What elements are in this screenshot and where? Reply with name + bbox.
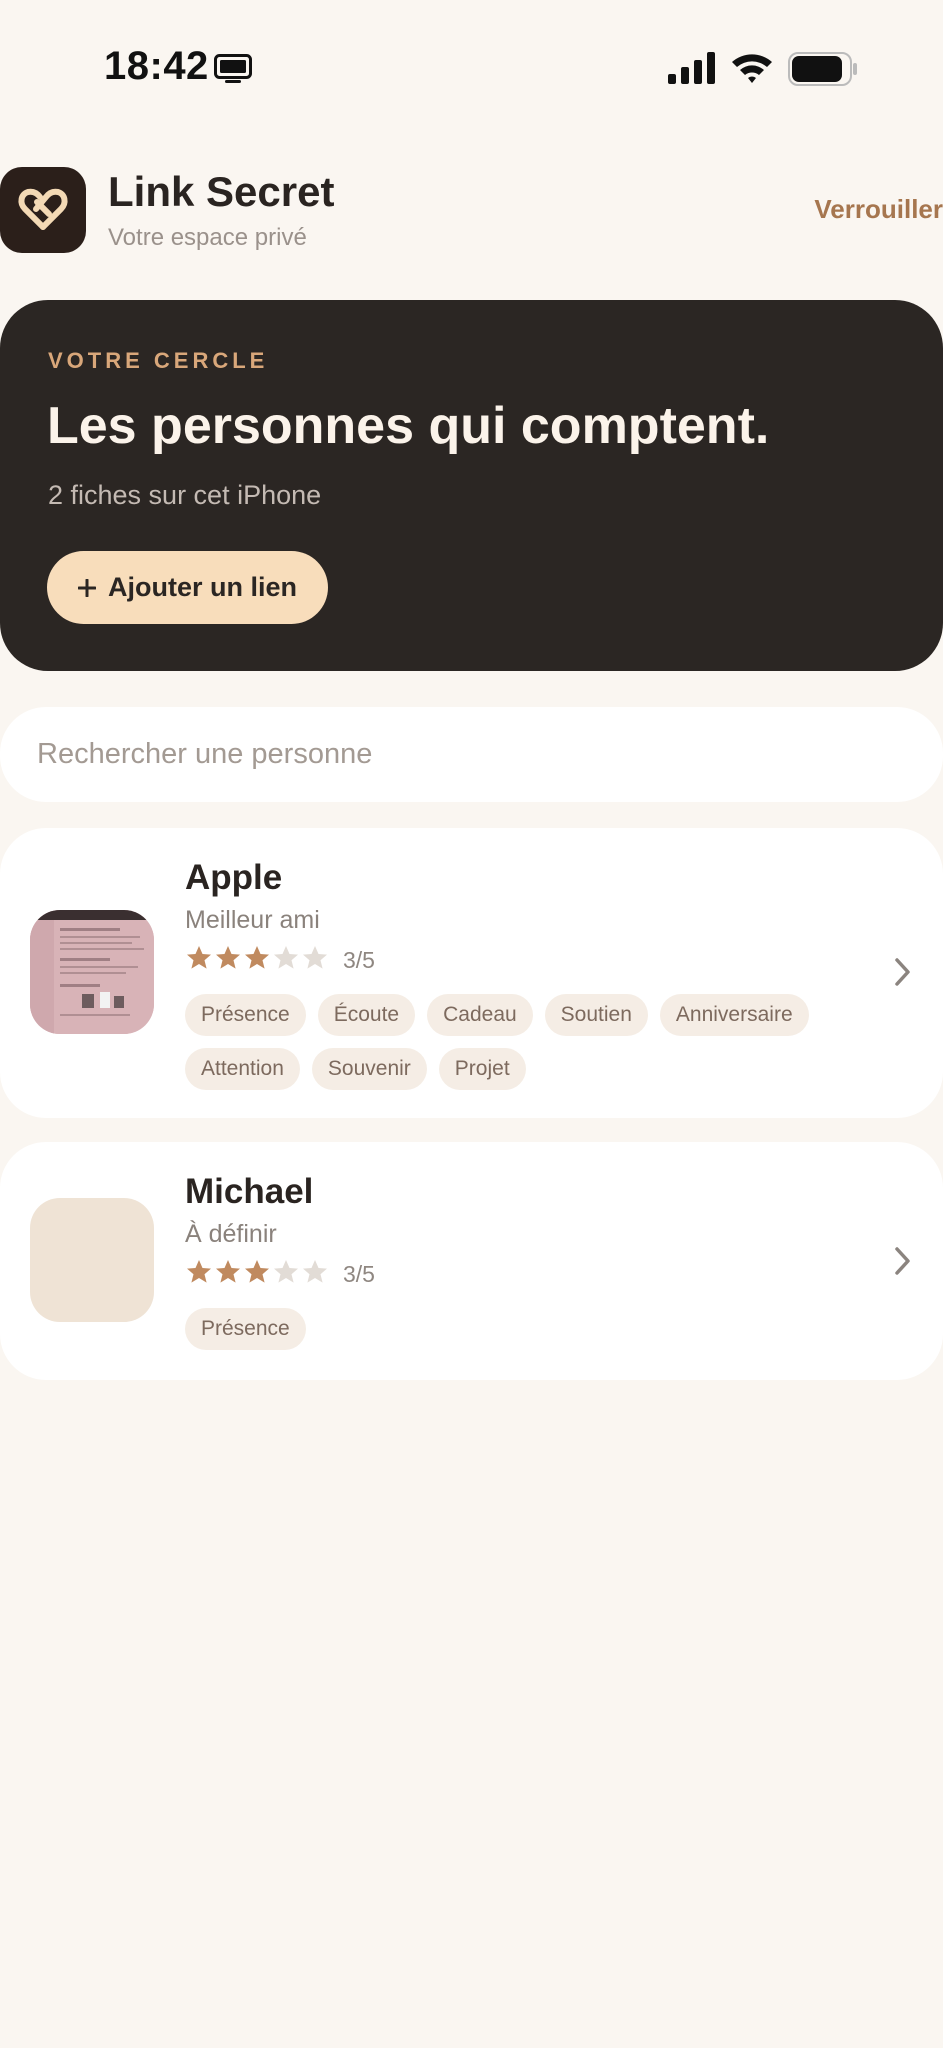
app-screen: 18:42 Link Secret Votre espace privé Ver…	[0, 0, 943, 2048]
add-link-label: Ajouter un lien	[108, 572, 297, 602]
signal-icon	[668, 52, 715, 84]
tag: Présence	[185, 1308, 306, 1350]
contact-card[interactable]: Michael À définir 3/5 Présence	[0, 1142, 943, 1380]
contact-avatar-placeholder	[30, 1198, 154, 1322]
linked-hearts-icon	[18, 188, 68, 230]
hero-eyebrow: VOTRE CERCLE	[48, 348, 269, 373]
status-time: 18:42	[104, 44, 209, 88]
tag-list: Présence Écoute Cadeau Soutien Anniversa…	[185, 994, 865, 1090]
wifi-icon	[732, 54, 772, 83]
contact-name: Michael	[185, 1172, 314, 1211]
tag: Cadeau	[427, 994, 533, 1036]
hero-title: Les personnes qui comptent.	[47, 397, 770, 455]
rating-stars	[185, 944, 330, 977]
rating-stars	[185, 1258, 330, 1291]
star-filled-icon	[187, 1260, 211, 1283]
rating-text: 3/5	[343, 947, 375, 973]
chevron-right-icon	[895, 1247, 910, 1275]
app-subtitle: Votre espace privé	[108, 224, 307, 251]
add-link-button[interactable]: Ajouter un lien	[47, 551, 328, 624]
photo-thumbnail	[30, 910, 154, 1034]
tag: Soutien	[544, 994, 648, 1036]
star-empty-icon	[274, 946, 298, 969]
hero-card: VOTRE CERCLE Les personnes qui comptent.…	[0, 300, 943, 671]
tv-icon	[214, 54, 252, 83]
tag: Projet	[438, 1048, 526, 1090]
star-filled-icon	[216, 946, 240, 969]
status-bar: 18:42	[0, 0, 943, 140]
star-filled-icon	[245, 946, 269, 969]
hero-count: 2 fiches sur cet iPhone	[48, 480, 322, 510]
star-empty-icon	[303, 1260, 327, 1283]
app-title: Link Secret	[108, 168, 335, 215]
contact-name: Apple	[185, 858, 283, 897]
battery-icon	[788, 52, 857, 86]
app-logo	[0, 167, 86, 253]
star-empty-icon	[274, 1260, 298, 1283]
contact-card[interactable]: Apple Meilleur ami 3/5 Présence Écoute C…	[0, 828, 943, 1118]
contact-photo	[30, 910, 154, 1034]
star-filled-icon	[216, 1260, 240, 1283]
tag: Écoute	[317, 994, 416, 1036]
search-field[interactable]	[0, 707, 943, 802]
contact-relation: À définir	[185, 1220, 277, 1248]
tag-list: Présence	[185, 1308, 865, 1350]
rating-text: 3/5	[343, 1261, 375, 1287]
tag: Présence	[185, 994, 306, 1036]
plus-icon	[78, 578, 96, 597]
tag: Anniversaire	[659, 994, 809, 1036]
chevron-right-icon	[895, 958, 910, 986]
star-empty-icon	[303, 946, 327, 969]
search-input[interactable]	[35, 737, 919, 772]
rating: 3/5	[185, 944, 375, 977]
tag: Souvenir	[311, 1048, 427, 1090]
lock-button[interactable]: Verrouiller	[814, 194, 943, 225]
rating: 3/5	[185, 1258, 375, 1291]
contact-relation: Meilleur ami	[185, 906, 320, 934]
star-filled-icon	[245, 1260, 269, 1283]
tag: Attention	[185, 1048, 300, 1090]
star-filled-icon	[187, 946, 211, 969]
